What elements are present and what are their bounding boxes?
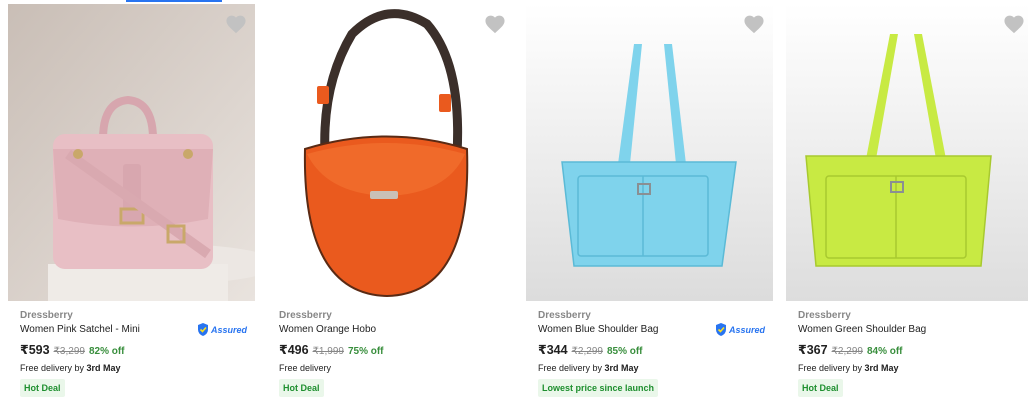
selling-price: ₹496 [279,343,309,357]
assured-badge-icon [715,323,726,336]
selling-price: ₹367 [798,343,828,357]
product-card[interactable]: Dressberry Women Pink Satchel - Mini Ass… [8,0,255,403]
delivery-prefix: Free delivery [279,363,332,373]
original-price: ₹1,999 [312,346,344,357]
delivery-date: 3rd May [864,363,899,373]
delivery-info: Free delivery by 3rd May [538,363,639,373]
assured-label: Assured [210,324,247,335]
original-price: ₹2,299 [571,346,603,357]
product-image[interactable] [526,4,773,301]
selling-price: ₹344 [538,343,568,357]
product-grid: Dressberry Women Pink Satchel - Mini Ass… [0,0,1028,403]
product-image[interactable] [786,4,1028,301]
delivery-prefix: Free delivery by [538,363,603,373]
product-brand: Dressberry [798,310,851,321]
discount-percent: 85% off [606,346,643,357]
product-title[interactable]: Women Pink Satchel - Mini [20,324,140,335]
product-card[interactable]: Dressberry Women Green Shoulder Bag ₹367… [786,0,1028,403]
price-row: ₹496 ₹1,999 75% off [279,342,384,357]
price-row: ₹367 ₹2,299 84% off [798,342,903,357]
delivery-date: 3rd May [604,363,639,373]
product-brand: Dressberry [20,310,73,321]
product-title[interactable]: Women Green Shoulder Bag [798,324,926,335]
wishlist-heart-icon[interactable] [1003,14,1025,34]
product-card[interactable]: Dressberry Women Orange Hobo ₹496 ₹1,999… [267,0,514,403]
deal-badge: Hot Deal [20,379,65,397]
product-title[interactable]: Women Orange Hobo [279,324,376,335]
delivery-prefix: Free delivery by [20,363,85,373]
wishlist-heart-icon[interactable] [225,14,247,34]
original-price: ₹2,299 [831,346,863,357]
delivery-date: 3rd May [86,363,121,373]
product-card[interactable]: Dressberry Women Blue Shoulder Bag Assur… [526,0,773,403]
orange-hobo-image [267,4,514,301]
discount-percent: 75% off [347,346,384,357]
deal-badge: Hot Deal [279,379,324,397]
delivery-info: Free delivery by 3rd May [20,363,121,373]
wishlist-heart-icon[interactable] [743,14,765,34]
blue-shoulder-bag-image [526,4,773,301]
deal-badge: Lowest price since launch [538,379,659,397]
selling-price: ₹593 [20,343,50,357]
product-image[interactable] [8,4,255,301]
discount-percent: 84% off [866,346,903,357]
discount-percent: 82% off [88,346,125,357]
deal-badge: Hot Deal [798,379,843,397]
product-brand: Dressberry [538,310,591,321]
product-title[interactable]: Women Blue Shoulder Bag [538,324,658,335]
pink-satchel-image [8,4,255,301]
assured-label: Assured [728,324,765,335]
assured-badge: Assured [197,323,247,336]
product-image[interactable] [267,4,514,301]
delivery-info: Free delivery by 3rd May [798,363,899,373]
original-price: ₹3,299 [53,346,85,357]
assured-badge-icon [197,323,208,336]
delivery-info: Free delivery [279,363,331,373]
assured-badge: Assured [715,323,765,336]
price-row: ₹344 ₹2,299 85% off [538,342,643,357]
green-shoulder-bag-image [786,4,1028,301]
product-brand: Dressberry [279,310,332,321]
delivery-prefix: Free delivery by [798,363,863,373]
wishlist-heart-icon[interactable] [484,14,506,34]
price-row: ₹593 ₹3,299 82% off [20,342,125,357]
